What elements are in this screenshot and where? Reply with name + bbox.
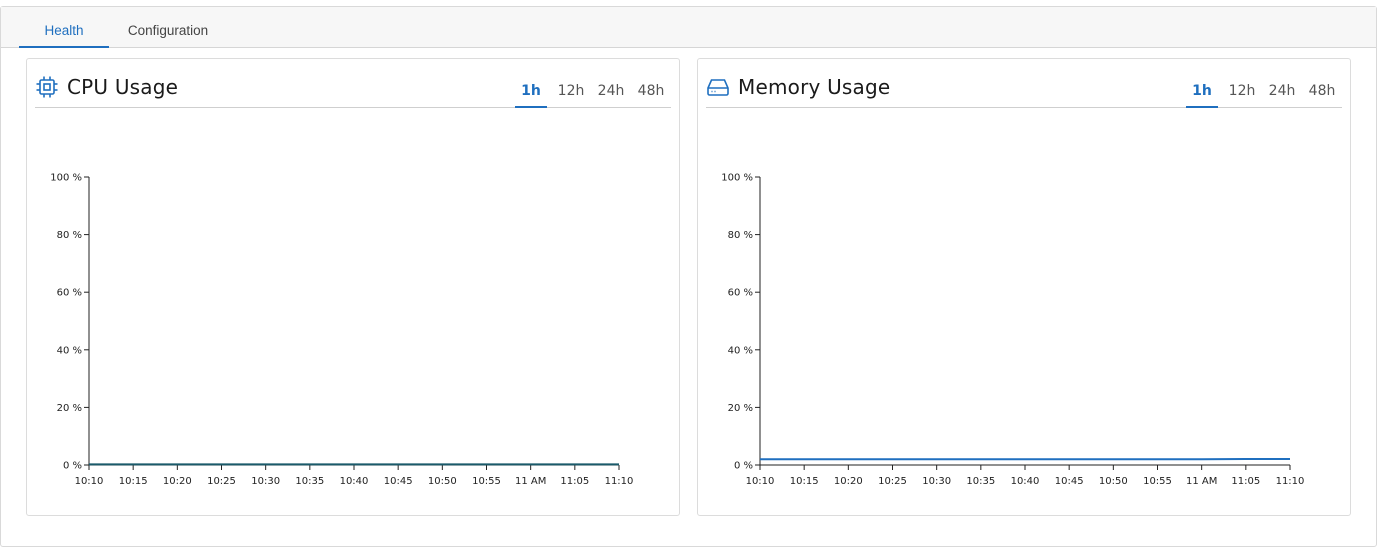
cpu-range-24h[interactable]: 24h [591,81,631,108]
memory-x-tick-label: 11:10 [1276,476,1305,487]
memory-usage-chart: 0 % 20 % 40 % 60 % 80 % 100 % 10:10 10:15 10:20 1… [698,159,1352,499]
cpu-usage-card: CPU Usage 1h 12h 24h 48h 0 % 20 % 40 % 60 %… [26,58,680,516]
memory-x-tick-label: 10:50 [1099,476,1128,487]
cpu-x-tick-label: 10:15 [119,476,148,487]
memory-card-header: Memory Usage 1h 12h 24h 48h [706,59,1342,108]
cpu-y-tick-label: 40 % [57,345,82,356]
memory-x-tick-label: 10:45 [1055,476,1084,487]
cpu-x-tick-label: 11 AM [515,476,546,487]
memory-range-tabs: 1h 12h 24h 48h [1186,81,1342,108]
cpu-y-tick-label: 20 % [57,403,82,414]
memory-x-tick-label: 10:30 [922,476,951,487]
cpu-usage-chart-svg: 0 % 20 % 40 % 60 % 80 % 100 % 10:10 10:15 10:20 1… [50,173,634,488]
cpu-x-tick-label: 11:10 [605,476,634,487]
cpu-x-tick-label: 10:35 [295,476,324,487]
tab-health[interactable]: Health [19,7,109,48]
cpu-x-tick-label: 10:25 [207,476,236,487]
cpu-card-title: CPU Usage [67,75,179,99]
memory-x-tick-label: 10:25 [878,476,907,487]
memory-range-24h[interactable]: 24h [1262,81,1302,108]
cpu-range-48h[interactable]: 48h [631,81,671,108]
memory-y-tick-label: 60 % [728,288,753,299]
tab-bar: Health Configuration [1,7,1376,48]
cpu-x-tick-label: 10:30 [251,476,280,487]
memory-usage-card: Memory Usage 1h 12h 24h 48h 0 % 20 % 40 % 6… [697,58,1351,516]
cpu-x-tick-label: 10:40 [340,476,369,487]
memory-y-tick-label: 80 % [728,230,753,241]
cpu-range-tabs: 1h 12h 24h 48h [515,81,671,108]
cpu-card-header: CPU Usage 1h 12h 24h 48h [35,59,671,108]
cpu-y-tick-label: 0 % [63,461,82,472]
memory-x-tick-label: 11 AM [1186,476,1217,487]
cpu-y-tick-label: 60 % [57,288,82,299]
cpu-x-tick-label: 11:05 [560,476,589,487]
memory-x-tick-label: 11:05 [1231,476,1260,487]
cpu-y-tick-label: 100 % [50,173,82,184]
cpu-range-12h[interactable]: 12h [551,81,591,108]
memory-x-tick-label: 10:40 [1011,476,1040,487]
memory-y-tick-label: 100 % [721,173,753,184]
memory-card-title: Memory Usage [738,75,891,99]
cpu-y-tick-label: 80 % [57,230,82,241]
memory-x-tick-label: 10:10 [746,476,775,487]
memory-x-tick-label: 10:55 [1143,476,1172,487]
memory-usage-chart-svg: 0 % 20 % 40 % 60 % 80 % 100 % 10:10 10:15 10:20 1… [721,173,1305,488]
cpu-chip-icon [35,75,59,99]
cpu-x-tick-label: 10:20 [163,476,192,487]
tab-configuration[interactable]: Configuration [113,7,223,48]
memory-range-12h[interactable]: 12h [1222,81,1262,108]
memory-range-48h[interactable]: 48h [1302,81,1342,108]
memory-x-tick-label: 10:15 [790,476,819,487]
cpu-x-tick-label: 10:10 [75,476,104,487]
cpu-x-tick-label: 10:50 [428,476,457,487]
memory-y-tick-label: 40 % [728,345,753,356]
cpu-x-tick-label: 10:45 [384,476,413,487]
cpu-range-1h[interactable]: 1h [515,81,547,108]
memory-y-tick-label: 20 % [728,403,753,414]
cpu-usage-chart: 0 % 20 % 40 % 60 % 80 % 100 % 10:10 10:15 10:20 1… [27,159,681,499]
memory-x-tick-label: 10:20 [834,476,863,487]
hard-drive-icon [706,75,730,99]
memory-y-tick-label: 0 % [734,461,753,472]
memory-x-tick-label: 10:35 [966,476,995,487]
memory-range-1h[interactable]: 1h [1186,81,1218,108]
cpu-x-tick-label: 10:55 [472,476,501,487]
